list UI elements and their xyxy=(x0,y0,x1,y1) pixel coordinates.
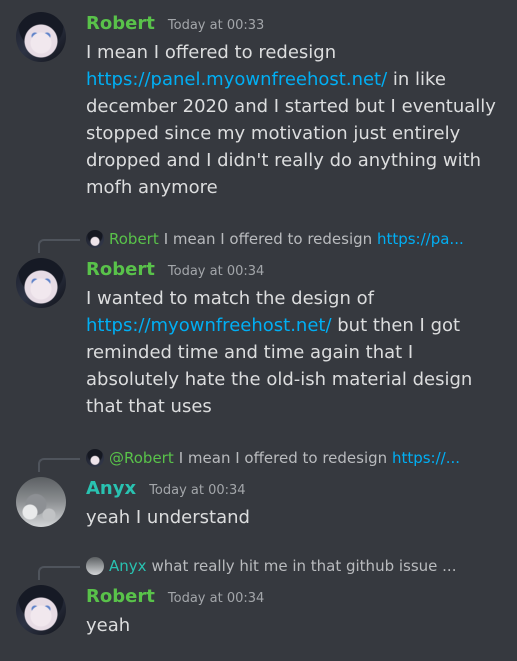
author-name[interactable]: Anyx xyxy=(86,478,136,499)
author-name[interactable]: Robert xyxy=(86,259,155,280)
message-content: yeah xyxy=(86,612,506,639)
robert-mini-avatar-icon xyxy=(86,449,104,467)
message-header: Robert Today at 00:33 xyxy=(86,12,264,38)
reply-connector xyxy=(38,458,80,472)
reply-preview[interactable]: @Robert I mean I offered to redesign http… xyxy=(86,446,517,470)
message-robert-1: Robert Today at 00:33 I mean I offered t… xyxy=(0,12,517,202)
message-header: Robert Today at 00:34 xyxy=(86,585,264,611)
message-text: I mean I offered to redesign xyxy=(86,42,337,63)
reply-link[interactable]: https://... xyxy=(392,449,460,467)
message-robert-2: Robert Today at 00:34 I wanted to match … xyxy=(0,258,517,423)
anyx-mini-avatar-icon xyxy=(86,557,104,575)
timestamp: Today at 00:34 xyxy=(167,591,265,606)
anyx-avatar-icon[interactable] xyxy=(16,477,66,527)
reply-author[interactable]: Anyx xyxy=(109,557,147,575)
message-text: yeah I understand xyxy=(86,507,250,528)
reply-text: what really hit me in that github issue … xyxy=(151,557,457,575)
timestamp: Today at 00:33 xyxy=(167,18,265,33)
robert-avatar-icon[interactable] xyxy=(16,258,66,308)
reply-reference[interactable]: @Robert I mean I offered to redesign http… xyxy=(0,446,517,472)
robert-mini-avatar-icon xyxy=(86,230,104,248)
message-anyx-1: Anyx Today at 00:34 yeah I understand xyxy=(0,477,517,537)
reply-author[interactable]: @Robert xyxy=(109,449,174,467)
timestamp: Today at 00:34 xyxy=(149,483,246,498)
reply-author[interactable]: Robert xyxy=(109,230,159,248)
message-text: yeah xyxy=(86,615,131,636)
robert-avatar-icon[interactable] xyxy=(16,12,66,62)
message-content: I wanted to match the design of https://… xyxy=(86,285,506,420)
message-robert-3: Robert Today at 00:34 yeah xyxy=(0,585,517,645)
reply-preview[interactable]: Anyx what really hit me in that github is… xyxy=(86,554,517,578)
reply-link[interactable]: https://pa... xyxy=(377,230,464,248)
message-link[interactable]: https://panel.myownfreehost.net/ xyxy=(86,69,387,90)
message-header: Robert Today at 00:34 xyxy=(86,258,264,284)
reply-reference[interactable]: Anyx what really hit me in that github is… xyxy=(0,554,517,580)
reply-preview[interactable]: Robert I mean I offered to redesign https… xyxy=(86,227,517,251)
timestamp: Today at 00:34 xyxy=(167,264,265,279)
message-header: Anyx Today at 00:34 xyxy=(86,477,246,503)
message-link[interactable]: https://myownfreehost.net/ xyxy=(86,315,332,336)
robert-avatar-icon[interactable] xyxy=(16,585,66,635)
message-text: I wanted to match the design of xyxy=(86,288,374,309)
message-content: yeah I understand xyxy=(86,504,506,531)
message-content: I mean I offered to redesign https://pan… xyxy=(86,39,506,201)
reply-text: I mean I offered to redesign xyxy=(178,449,392,467)
reply-reference[interactable]: Robert I mean I offered to redesign https… xyxy=(0,227,517,253)
reply-connector xyxy=(38,566,80,580)
author-name[interactable]: Robert xyxy=(86,13,155,34)
reply-text: I mean I offered to redesign xyxy=(163,230,377,248)
author-name[interactable]: Robert xyxy=(86,586,155,607)
reply-connector xyxy=(38,239,80,253)
